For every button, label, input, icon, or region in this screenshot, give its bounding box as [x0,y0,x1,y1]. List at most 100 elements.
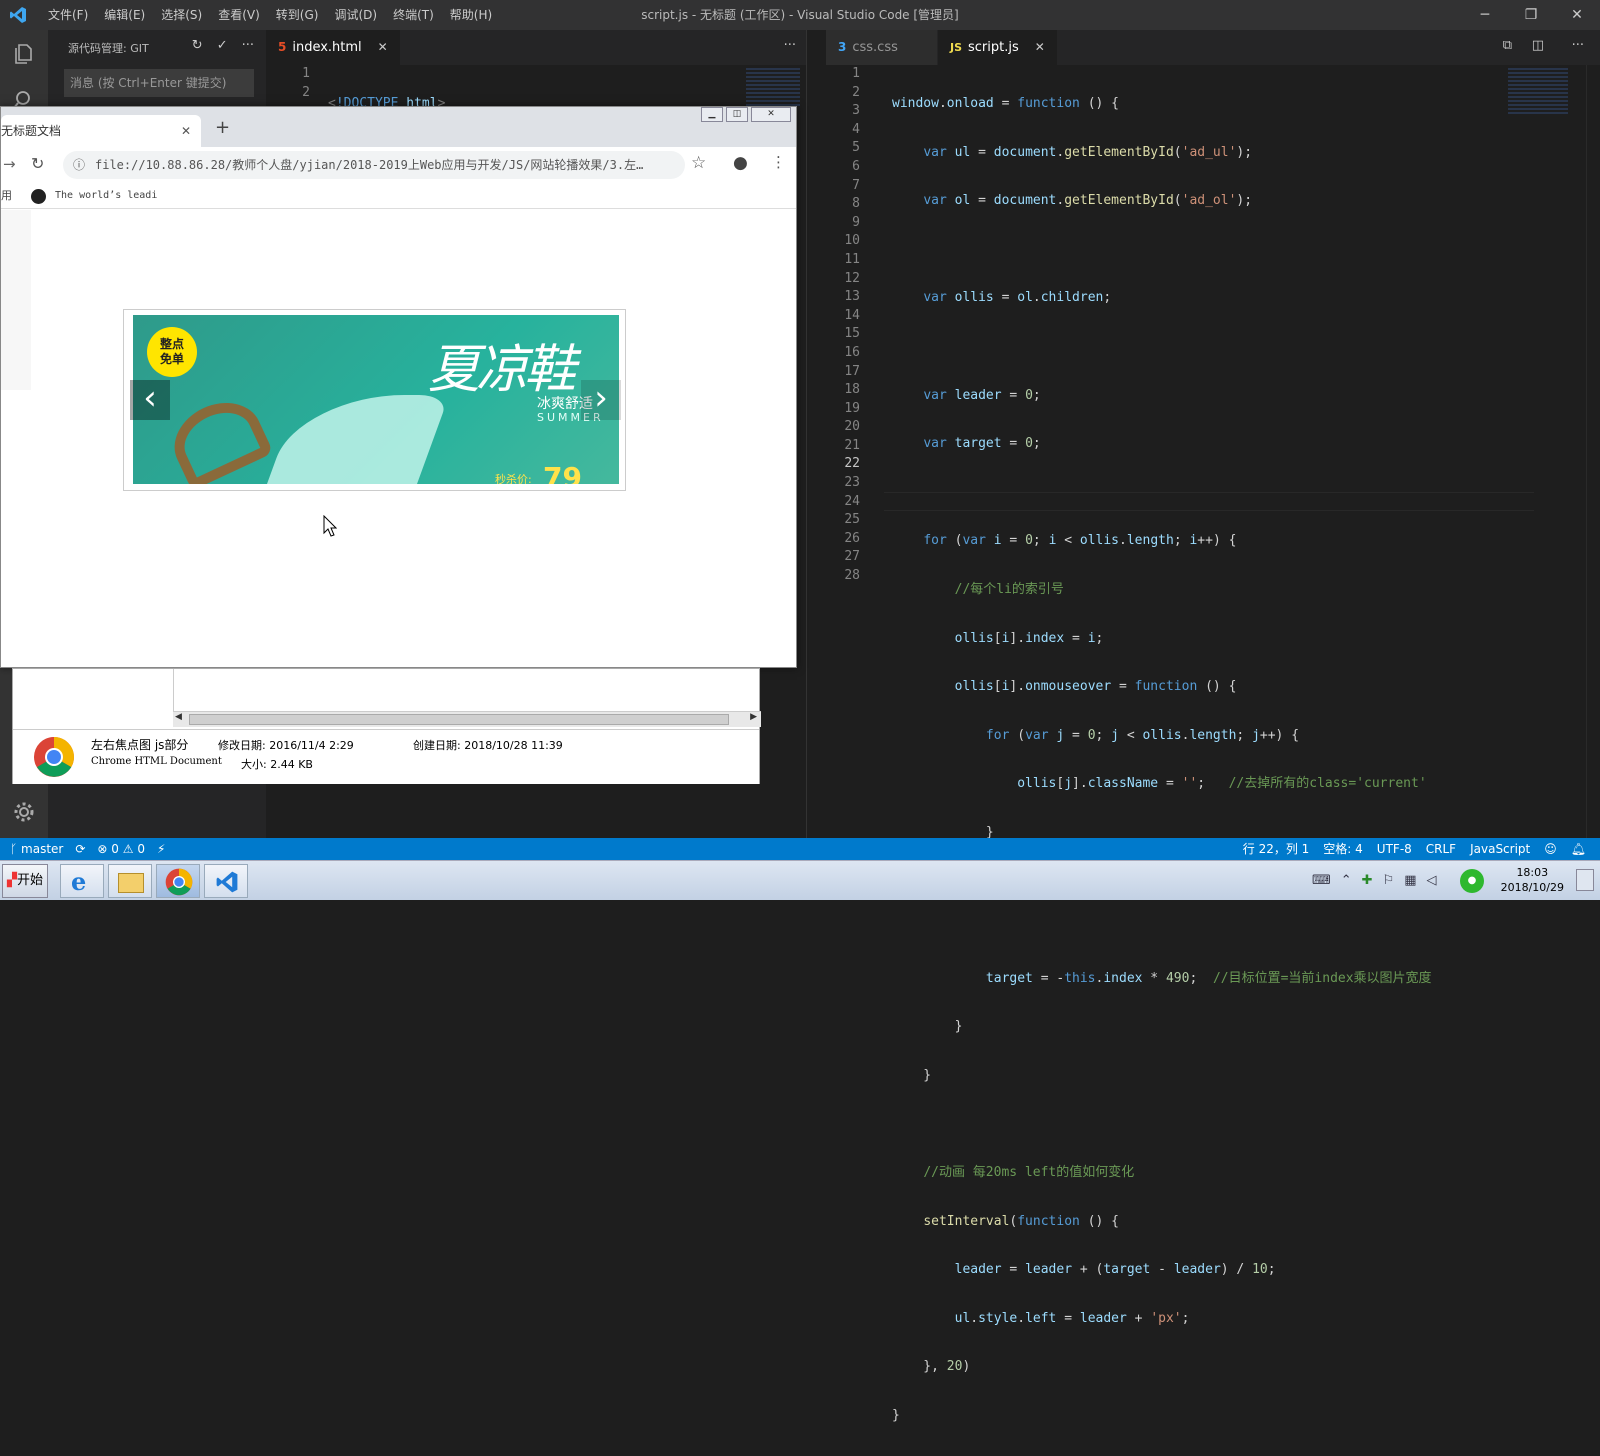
chrome-tab-title: 无标题文档 [1,124,62,138]
show-desktop-button[interactable] [1576,869,1594,891]
taskbar-ie-button[interactable]: e [60,864,104,898]
scm-toolbar: ↻ ✓ ··· [192,38,254,53]
js-file-icon: JS [950,41,963,54]
html-file-icon: 5 [278,40,287,54]
vertical-scrollbar[interactable] [1586,65,1600,838]
open-changes-icon[interactable]: ⧉ [1503,38,1512,53]
tab-index-html[interactable]: 5 index.html ✕ [266,30,401,65]
close-window-button[interactable]: ✕ [1554,0,1600,30]
sync-icon[interactable]: ⟳ [75,838,85,860]
chrome-minimize-button[interactable]: ▁ [701,107,723,122]
scroll-left-icon[interactable]: ◀ [175,712,182,722]
editor-splitter[interactable] [806,30,826,838]
cursor-position[interactable]: 行 22，列 1 [1243,838,1310,860]
carousel-banner[interactable]: 整点 免单 夏凉鞋 冰爽舒适 SUMMER 秒杀价: 79 ‹ › [123,309,626,491]
taskbar-clock[interactable]: 18:03 2018/10/29 [1501,865,1564,895]
account-icon[interactable]: ● [733,153,748,173]
info-icon[interactable]: ⓘ [73,151,85,179]
line-ending[interactable]: CRLF [1426,838,1456,860]
file-created: 创建日期: 2018/10/28 11:39 [413,739,563,752]
banner-title: 夏凉鞋 [428,340,576,400]
close-tab-icon[interactable]: ✕ [181,115,191,147]
action-center-flag-icon[interactable]: ⚐ [1383,873,1395,888]
line-number: 7 [852,177,860,193]
address-bar[interactable]: ⓘ file://10.88.86.28/教师个人盘/yjian/2018-20… [63,151,685,179]
more-actions-icon[interactable]: ··· [242,38,254,53]
menu-view[interactable]: 查看(V) [210,0,268,30]
menu-edit[interactable]: 编辑(E) [96,0,153,30]
minimize-button[interactable]: ─ [1462,0,1508,30]
menu-file[interactable]: 文件(F) [40,0,96,30]
clock-time: 18:03 [1516,866,1549,879]
maximize-button[interactable]: ❐ [1508,0,1554,30]
line-number: 26 [844,530,860,546]
github-icon [31,189,46,204]
lightning-icon[interactable]: ⚡ [157,838,165,860]
line-number: 9 [852,214,860,230]
chrome-close-button[interactable]: ✕ [751,107,791,122]
scroll-right-icon[interactable]: ▶ [750,712,757,722]
tray-status-icon[interactable]: ● [1460,869,1484,893]
chrome-menu-icon[interactable]: ⋮ [771,153,786,171]
menu-help[interactable]: 帮助(H) [442,0,500,30]
commit-message-input[interactable]: 消息 (按 Ctrl+Enter 键提交) [64,69,254,97]
encoding[interactable]: UTF-8 [1377,838,1412,860]
feedback-smiley-icon[interactable]: ☺ [1544,838,1557,860]
line-number: 24 [844,493,860,509]
menu-selection[interactable]: 选择(S) [153,0,210,30]
bookmark-star-icon[interactable]: ☆ [691,153,706,173]
tab-css-css[interactable]: 3 css.css [826,30,938,65]
language-mode[interactable]: JavaScript [1470,838,1530,860]
apps-bookmark[interactable]: 用 [1,183,12,209]
keyboard-icon[interactable]: ⌨ [1312,873,1331,888]
refresh-icon[interactable]: ↻ [192,38,203,53]
split-editor-icon[interactable]: ◫ [1532,38,1544,53]
commit-check-icon[interactable]: ✓ [217,38,228,53]
explorer-icon[interactable] [12,42,36,66]
taskbar-chrome-button[interactable] [156,864,200,898]
carousel-next-button[interactable]: › [581,380,621,420]
menu-go[interactable]: 转到(G) [268,0,327,30]
branch-item[interactable]: ᚴ master [10,838,63,860]
tab-script-js[interactable]: JS script.js ✕ [938,30,1058,65]
chrome-icon [165,868,193,896]
notifications-bell-icon[interactable]: 🔔︎ [1571,838,1586,860]
chrome-maximize-button[interactable]: ◫ [726,107,748,122]
more-actions-icon[interactable]: ··· [784,38,796,53]
start-button[interactable]: ▞开始 [2,864,48,898]
close-tab-icon[interactable]: ✕ [378,30,388,65]
chrome-window: 无标题文档 ✕ + ▁ ◫ ✕ → ↻ ⓘ file://10.88.86.28… [0,106,797,668]
line-number: 12 [844,270,860,286]
minimap[interactable] [746,68,800,108]
carousel-prev-button[interactable]: ‹ [130,380,170,420]
network-icon[interactable]: ▦ [1404,873,1416,888]
code-area-js[interactable]: window.onload = function () { var ul = d… [892,65,1432,1456]
tray-app-icon[interactable]: ✚ [1362,873,1373,888]
chrome-tab[interactable]: 无标题文档 ✕ [1,115,201,147]
minimap[interactable] [1508,68,1568,116]
scrollbar-thumb[interactable] [189,714,729,725]
problems-item[interactable]: ⊗ 0 ⚠ 0 [97,838,145,860]
bookmark-link[interactable]: The world’s leadi [55,183,157,209]
menu-debug[interactable]: 调试(D) [326,0,385,30]
line-number: 6 [852,158,860,174]
scm-title: 源代码管理: GIT [68,42,149,55]
volume-icon[interactable]: ◁ [1427,873,1437,888]
taskbar-explorer-button[interactable] [108,864,152,898]
menu-terminal[interactable]: 终端(T) [385,0,442,30]
price-label: 秒杀价: [495,473,532,484]
gear-icon[interactable] [12,800,36,824]
title-bar: 文件(F) 编辑(E) 选择(S) 查看(V) 转到(G) 调试(D) 终端(T… [0,0,1600,30]
tray-expand-icon[interactable]: ⌃ [1341,873,1352,888]
close-tab-icon[interactable]: ✕ [1035,30,1045,65]
more-actions-icon[interactable]: ··· [1572,38,1584,53]
horizontal-scrollbar[interactable]: ◀ ▶ [173,711,761,727]
forward-icon[interactable]: → [3,155,16,173]
indentation[interactable]: 空格: 4 [1323,838,1363,860]
new-tab-button[interactable]: + [215,117,230,138]
taskbar-vscode-button[interactable] [204,864,248,898]
line-number: 27 [844,549,860,565]
line-number: 5 [852,140,860,156]
reload-icon[interactable]: ↻ [31,154,44,173]
page-viewport: 整点 免单 夏凉鞋 冰爽舒适 SUMMER 秒杀价: 79 ‹ › [1,210,796,667]
